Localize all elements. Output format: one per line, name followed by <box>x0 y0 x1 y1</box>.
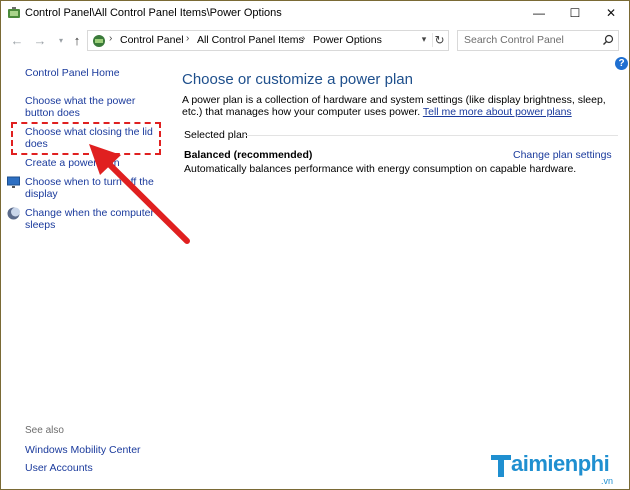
breadcrumb-separator: › <box>109 33 113 44</box>
chevron-down-icon: ▾ <box>58 36 63 45</box>
control-panel-home-link[interactable]: Control Panel Home <box>25 67 120 79</box>
address-dropdown-button[interactable]: ▾ <box>418 34 430 45</box>
maximize-button[interactable]: ☐ <box>557 1 593 25</box>
sidebar-item-computer-sleeps[interactable]: Change when the computer sleeps <box>25 207 165 231</box>
breadcrumb-separator: › <box>302 33 306 44</box>
watermark-text: aimienphi <box>511 451 610 476</box>
control-panel-icon <box>93 35 105 47</box>
monitor-icon <box>7 176 20 188</box>
close-icon: ✕ <box>605 6 617 20</box>
refresh-button[interactable]: ↻ <box>432 33 446 47</box>
see-also-user-accounts[interactable]: User Accounts <box>25 462 93 474</box>
power-options-icon <box>8 7 20 18</box>
selected-plan-label: Selected plan <box>184 129 248 141</box>
watermark-logo: aimienphi .vn <box>489 447 629 489</box>
change-plan-settings-link[interactable]: Change plan settings <box>513 149 612 161</box>
annotation-highlight-box <box>11 122 161 155</box>
window-title: Control Panel\All Control Panel Items\Po… <box>25 7 282 19</box>
refresh-icon: ↻ <box>434 33 445 47</box>
title-bar: Control Panel\All Control Panel Items\Po… <box>1 1 629 26</box>
navigation-bar: ← → ▾ ↑ › Control Panel › All Control Pa… <box>1 26 629 56</box>
watermark-suffix: .vn <box>601 476 614 486</box>
breadcrumb-all-items[interactable]: All Control Panel Items <box>197 34 304 46</box>
page-title: Choose or customize a power plan <box>182 71 413 88</box>
power-plans-help-link[interactable]: Tell me more about power plans <box>423 106 572 118</box>
recent-locations-button[interactable]: ▾ <box>53 33 69 49</box>
main-content: ? Choose or customize a power plan A pow… <box>173 57 629 489</box>
up-arrow-icon: ↑ <box>73 33 81 48</box>
plan-description: Automatically balances performance with … <box>184 163 577 175</box>
back-button[interactable]: ← <box>9 33 25 49</box>
close-button[interactable]: ✕ <box>593 1 629 25</box>
section-divider <box>246 135 618 136</box>
moon-icon <box>7 207 20 220</box>
breadcrumb-separator: › <box>186 33 190 44</box>
up-button[interactable]: ↑ <box>69 33 85 49</box>
page-description: A power plan is a collection of hardware… <box>182 94 622 118</box>
minimize-button[interactable]: — <box>521 1 557 25</box>
search-icon <box>603 34 614 45</box>
minimize-icon: — <box>533 6 545 20</box>
search-input[interactable]: Search Control Panel <box>457 30 619 51</box>
sidebar-item-turn-off-display[interactable]: Choose when to turn off the display <box>25 176 165 200</box>
sidebar-item-create-plan[interactable]: Create a power plan <box>25 157 165 169</box>
maximize-icon: ☐ <box>569 6 581 20</box>
breadcrumb-control-panel[interactable]: Control Panel <box>120 34 184 46</box>
breadcrumb-power-options[interactable]: Power Options <box>313 34 382 46</box>
address-bar[interactable]: › Control Panel › All Control Panel Item… <box>87 30 449 51</box>
forward-button[interactable]: → <box>32 33 48 49</box>
help-button[interactable]: ? <box>615 57 628 70</box>
sidebar-item-power-button[interactable]: Choose what the power button does <box>25 95 165 119</box>
forward-arrow-icon: → <box>33 33 47 48</box>
search-placeholder: Search Control Panel <box>464 34 564 46</box>
watermark-logo-icon <box>491 455 511 477</box>
see-also-mobility-center[interactable]: Windows Mobility Center <box>25 444 141 456</box>
back-arrow-icon: ← <box>10 33 24 48</box>
control-panel-window: Control Panel\All Control Panel Items\Po… <box>0 0 630 490</box>
see-also-heading: See also <box>25 425 64 436</box>
plan-name: Balanced (recommended) <box>184 149 313 161</box>
